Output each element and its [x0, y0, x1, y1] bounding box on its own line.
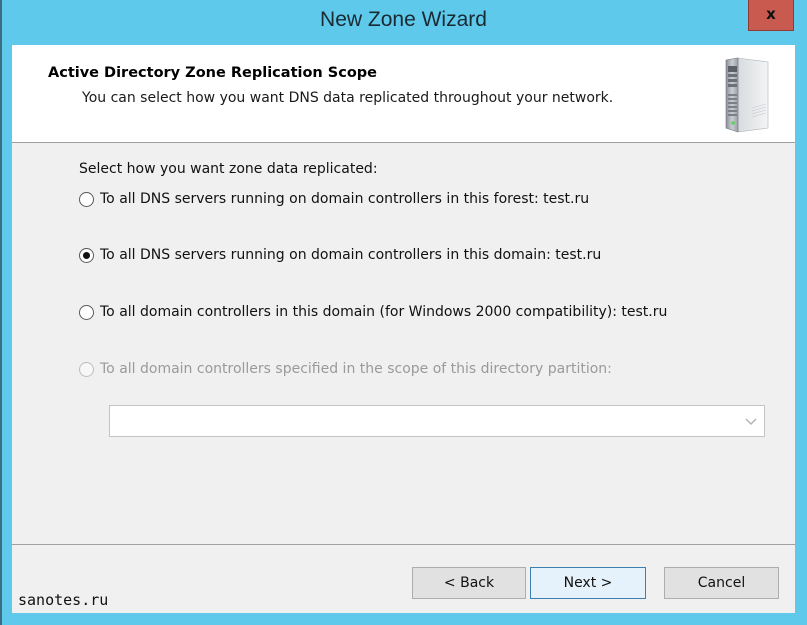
watermark: sanotes.ru: [18, 591, 109, 609]
cancel-button[interactable]: Cancel: [664, 567, 779, 599]
close-button[interactable]: x: [748, 0, 794, 31]
radio-button-unchecked-icon[interactable]: [79, 304, 94, 320]
server-tower-icon: [725, 57, 769, 133]
radio-button-disabled-icon: [79, 361, 94, 377]
wizard-header: Active Directory Zone Replication Scope …: [12, 45, 795, 143]
partition-select: [109, 405, 765, 437]
radio-option-label: To all domain controllers specified in t…: [100, 361, 612, 377]
radio-option-domain[interactable]: To all DNS servers running on domain con…: [79, 247, 601, 263]
close-icon: x: [766, 5, 776, 23]
window-frame-edge: [0, 0, 2, 625]
next-button[interactable]: Next >: [530, 567, 646, 599]
page-title: Active Directory Zone Replication Scope: [48, 65, 378, 81]
back-button[interactable]: < Back: [412, 567, 526, 599]
radio-button-checked-icon[interactable]: [79, 247, 94, 263]
radio-option-label: To all domain controllers in this domain…: [100, 304, 668, 320]
radio-option-win2000[interactable]: To all domain controllers in this domain…: [79, 304, 667, 320]
title-bar[interactable]: New Zone Wizard x: [0, 0, 807, 44]
radio-option-partition: To all domain controllers specified in t…: [79, 361, 612, 377]
page-subtitle: You can select how you want DNS data rep…: [82, 90, 614, 106]
radio-option-forest[interactable]: To all DNS servers running on domain con…: [79, 191, 589, 207]
window-title: New Zone Wizard: [320, 8, 487, 31]
footer-separator: [12, 544, 795, 545]
radio-button-unchecked-icon[interactable]: [79, 191, 94, 207]
chevron-down-icon: [745, 418, 757, 426]
radio-option-label: To all DNS servers running on domain con…: [100, 191, 590, 207]
replication-prompt: Select how you want zone data replicated…: [79, 161, 378, 177]
radio-option-label: To all DNS servers running on domain con…: [100, 247, 602, 263]
wizard-client-area: Active Directory Zone Replication Scope …: [12, 45, 795, 613]
